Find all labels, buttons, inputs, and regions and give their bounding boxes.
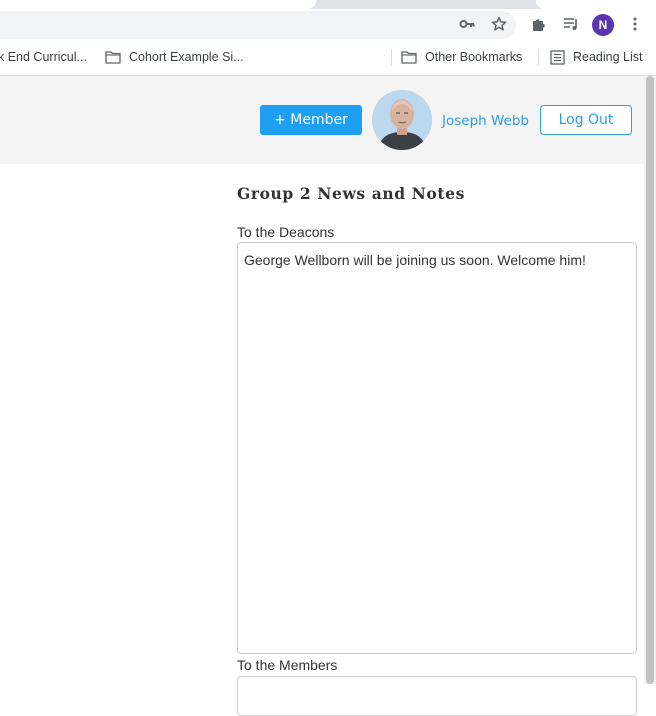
bookmark-separator [538,49,539,65]
extensions-icon[interactable] [528,13,550,35]
bookmark-item[interactable]: k End Curricul... [0,39,87,75]
folder-icon [105,51,121,64]
reading-list-icon [550,49,565,65]
members-label: To the Members [237,657,338,673]
active-tab[interactable] [0,0,316,9]
site-header: + Member Joseph Webb Log Out [0,76,644,164]
deacons-notes-textarea[interactable]: George Wellborn will be joining us soon.… [237,242,637,654]
star-icon[interactable] [488,13,510,35]
members-notes-textarea[interactable] [237,676,637,716]
page-title: Group 2 News and Notes [237,184,465,203]
page-scrollbar[interactable] [644,76,656,684]
browser-toolbar: N [0,9,656,39]
bookmark-label: Cohort Example Si... [129,50,244,64]
bookmark-label: Reading List [573,50,643,64]
bookmark-folder[interactable]: Cohort Example Si... [105,39,244,75]
folder-icon [401,51,417,64]
bookmark-separator [391,49,392,65]
bookmarks-bar: k End Curricul... Cohort Example Si... O… [0,39,656,76]
scrollbar-thumb[interactable] [646,76,654,684]
add-member-button[interactable]: + Member [260,105,362,135]
reading-list-button[interactable]: Reading List [550,39,643,75]
bookmark-label: Other Bookmarks [425,50,523,64]
tab-strip [0,0,656,9]
logout-button[interactable]: Log Out [540,105,632,135]
key-icon[interactable] [456,13,478,35]
address-bar[interactable] [0,11,516,39]
profile-avatar[interactable]: N [592,14,614,36]
deacons-label: To the Deacons [237,224,335,240]
user-profile-photo[interactable] [372,90,432,150]
media-icon[interactable] [560,13,582,35]
user-name-link[interactable]: Joseph Webb [442,113,529,129]
menu-icon[interactable] [624,13,646,35]
bookmark-label: k End Curricul... [0,50,87,64]
other-bookmarks-folder[interactable]: Other Bookmarks [401,39,522,75]
tab[interactable] [536,0,656,9]
